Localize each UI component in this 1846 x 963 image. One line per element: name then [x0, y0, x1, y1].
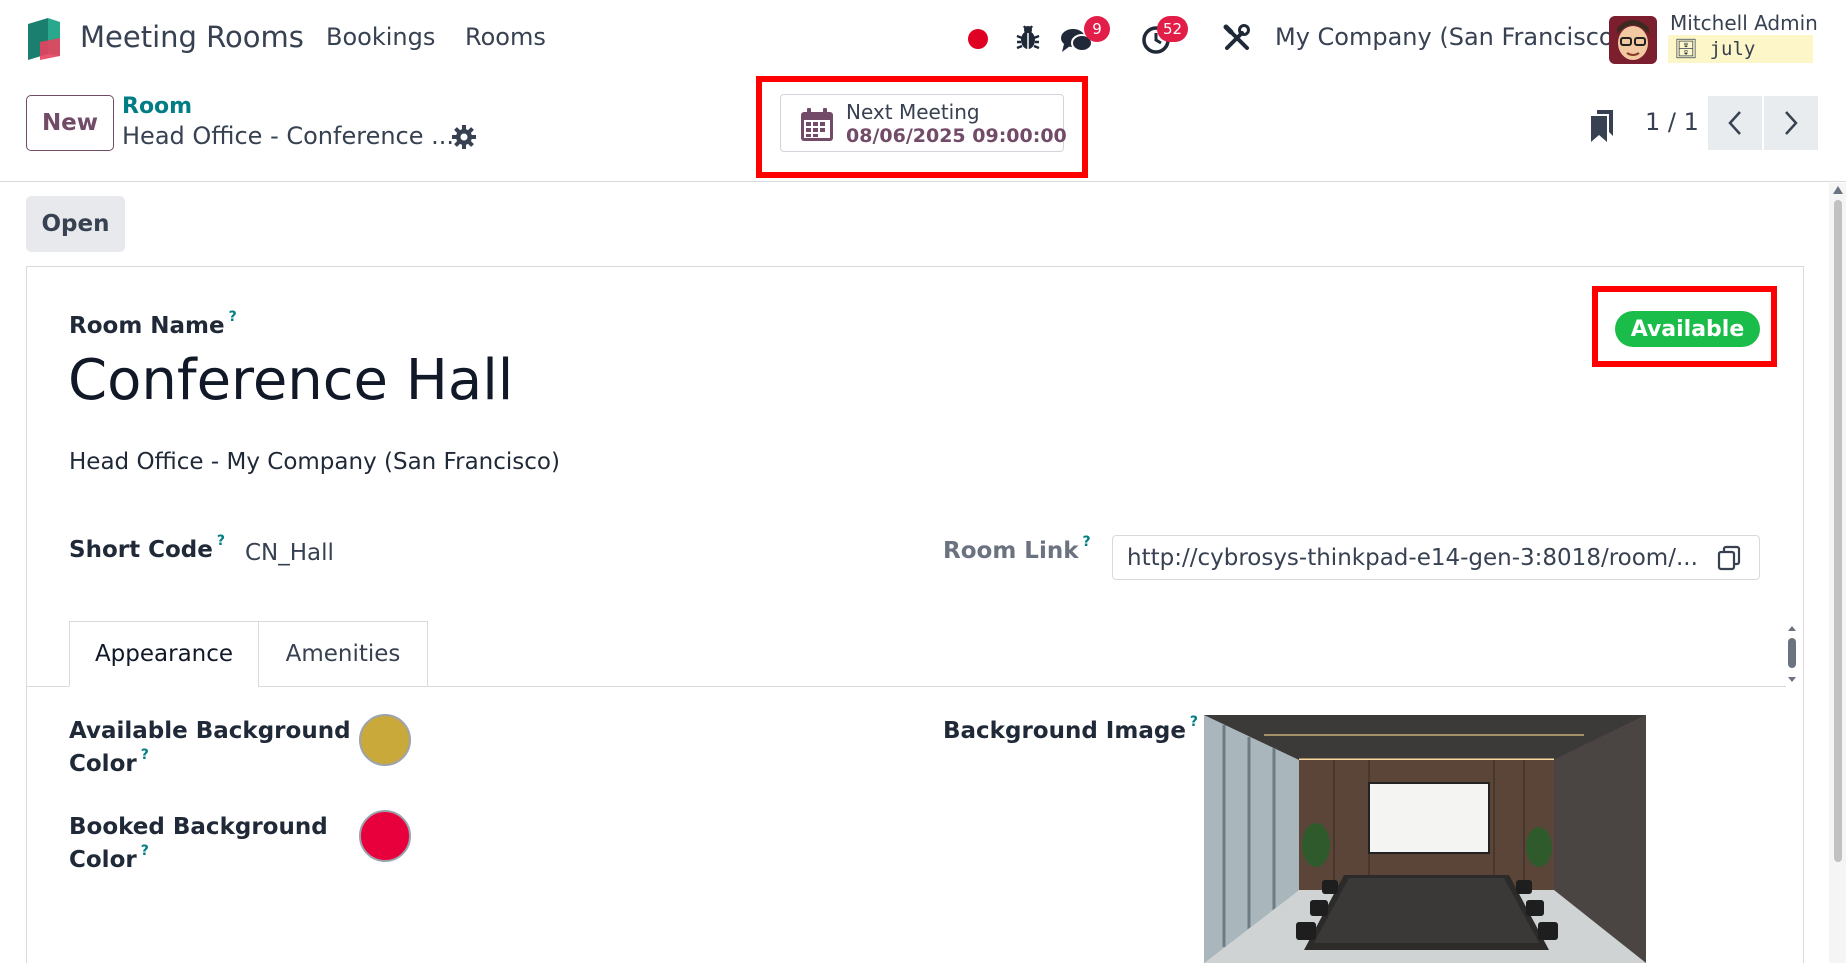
available-bg-color-label: Available Background Color?: [69, 718, 351, 777]
pager-value[interactable]: 1 / 1: [1645, 108, 1699, 136]
room-link-help-icon[interactable]: ?: [1083, 534, 1091, 550]
record-dot-icon[interactable]: [967, 28, 989, 50]
room-name-field[interactable]: Conference Hall: [68, 348, 513, 413]
copy-icon[interactable]: [1715, 544, 1743, 572]
short-code-field[interactable]: CN_Hall: [245, 540, 334, 566]
company-switcher[interactable]: My Company (San Francisco): [1275, 23, 1623, 51]
database-icon: 🗄: [1674, 38, 1699, 60]
breadcrumb-current: Head Office - Conference ...: [122, 122, 455, 150]
background-image-label: Background Image?: [943, 714, 1198, 744]
avatar-face-icon: [1609, 16, 1657, 64]
booked-bg-label-line1: Booked Background: [69, 814, 328, 840]
menu-rooms[interactable]: Rooms: [465, 23, 546, 51]
background-image[interactable]: [1204, 715, 1646, 963]
room-name-help-icon[interactable]: ?: [229, 309, 237, 325]
open-button[interactable]: Open: [26, 196, 125, 252]
menu-bookings[interactable]: Bookings: [326, 23, 435, 51]
conference-room-image: [1204, 715, 1646, 963]
scroll-up-icon[interactable]: [1832, 185, 1844, 195]
tab-appearance[interactable]: Appearance: [69, 621, 259, 687]
top-navbar: Meeting Rooms Bookings Rooms 9 52 My Com…: [0, 0, 1846, 80]
booked-bg-color-label: Booked Background Color?: [69, 814, 328, 873]
database-tag: 🗄 july: [1668, 35, 1813, 63]
pager-previous-button[interactable]: [1708, 96, 1762, 150]
pager-next-button[interactable]: [1764, 96, 1818, 150]
location-field[interactable]: Head Office - My Company (San Francisco): [69, 449, 560, 475]
bug-icon[interactable]: [1013, 22, 1043, 54]
next-meeting-value: 08/06/2025 09:00:00: [846, 125, 1067, 147]
available-bg-help-icon[interactable]: ?: [141, 747, 149, 763]
room-link-label: Room Link?: [943, 534, 1091, 564]
bookmark-icon[interactable]: [1591, 110, 1613, 142]
room-link-value: http://cybrosys-thinkpad-e14-gen-3:8018/…: [1127, 545, 1698, 571]
meeting-rooms-logo-icon[interactable]: [26, 16, 62, 62]
control-panel: New Room Head Office - Conference ... Ne…: [0, 76, 1846, 182]
inner-scrollbar[interactable]: [1785, 626, 1799, 682]
room-name-label-text: Room Name: [69, 313, 225, 339]
available-bg-label-line1: Available Background: [69, 718, 351, 744]
user-avatar[interactable]: [1609, 16, 1657, 64]
background-image-help-icon[interactable]: ?: [1190, 714, 1198, 730]
room-link-field[interactable]: http://cybrosys-thinkpad-e14-gen-3:8018/…: [1112, 535, 1760, 580]
room-link-label-text: Room Link: [943, 538, 1079, 564]
available-bg-label-line2: Color: [69, 751, 137, 777]
app-name[interactable]: Meeting Rooms: [80, 20, 304, 54]
status-badge[interactable]: Available: [1615, 311, 1760, 347]
chevron-right-icon: [1785, 111, 1798, 135]
tab-amenities[interactable]: Amenities: [258, 621, 428, 687]
messages-button[interactable]: 9: [1058, 16, 1118, 60]
background-image-label-text: Background Image: [943, 718, 1186, 744]
short-code-label-text: Short Code: [69, 537, 213, 563]
chevron-left-icon: [1728, 111, 1741, 135]
calendar-icon: [801, 108, 833, 141]
activities-button[interactable]: 52: [1138, 16, 1218, 60]
next-meeting-smart-button[interactable]: Next Meeting 08/06/2025 09:00:00: [780, 94, 1067, 152]
database-name: july: [1709, 38, 1756, 60]
user-name[interactable]: Mitchell Admin: [1670, 11, 1818, 35]
activities-count-badge: 52: [1157, 16, 1189, 42]
page-scrollbar-thumb[interactable]: [1834, 200, 1842, 862]
short-code-label: Short Code?: [69, 533, 225, 563]
gear-icon[interactable]: [451, 124, 477, 150]
room-name-label: Room Name?: [69, 309, 237, 339]
breadcrumb-parent[interactable]: Room: [122, 94, 192, 119]
tools-icon[interactable]: [1222, 23, 1252, 53]
new-button[interactable]: New: [26, 95, 114, 151]
next-meeting-label: Next Meeting: [846, 100, 980, 124]
booked-bg-label-line2: Color: [69, 847, 137, 873]
short-code-help-icon[interactable]: ?: [217, 533, 225, 549]
booked-bg-color-swatch[interactable]: [359, 810, 411, 862]
available-bg-color-swatch[interactable]: [359, 714, 411, 766]
booked-bg-help-icon[interactable]: ?: [141, 843, 149, 859]
messages-count-badge: 9: [1084, 16, 1110, 42]
